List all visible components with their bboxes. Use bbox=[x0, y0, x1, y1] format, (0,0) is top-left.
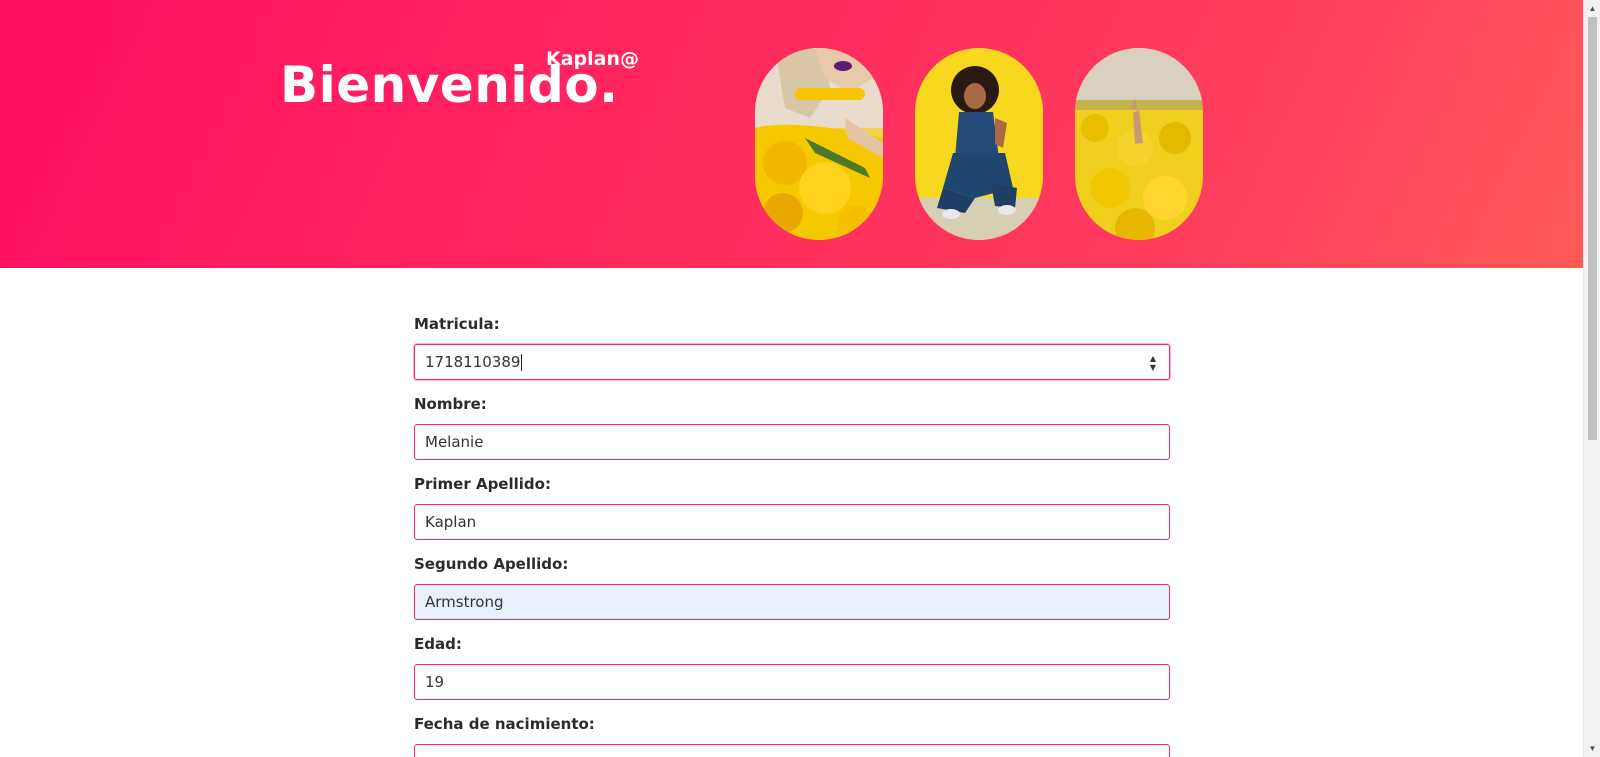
primer-apellido-field: Primer Apellido: Kaplan bbox=[414, 472, 1170, 540]
woman-crouching-yellow-background-photo bbox=[915, 48, 1043, 240]
fecha-nacimiento-label: Fecha de nacimiento: bbox=[414, 715, 595, 733]
primer-apellido-input[interactable]: Kaplan bbox=[414, 504, 1170, 540]
primer-apellido-label: Primer Apellido: bbox=[414, 475, 551, 493]
stepper-down-icon[interactable]: ▼ bbox=[1150, 363, 1156, 372]
scroll-down-arrow-icon[interactable]: ▼ bbox=[1584, 740, 1600, 757]
stepper-up-icon[interactable]: ▲ bbox=[1150, 354, 1156, 363]
primer-apellido-value: Kaplan bbox=[425, 513, 477, 531]
nombre-field: Nombre: Melanie bbox=[414, 392, 1170, 460]
matricula-field: Matricula: 1718110389 ▲ ▼ bbox=[414, 312, 1170, 380]
user-badge: Kaplan@ bbox=[546, 48, 640, 70]
text-caret bbox=[521, 353, 523, 371]
hero-header: Bienvenido. Kaplan@ bbox=[0, 0, 1583, 268]
edad-value: 19 bbox=[425, 673, 445, 691]
fecha-nacimiento-input[interactable] bbox=[414, 744, 1170, 757]
segundo-apellido-input[interactable]: Armstrong bbox=[414, 584, 1170, 620]
edad-field: Edad: 19 bbox=[414, 632, 1170, 700]
fecha-nacimiento-field: Fecha de nacimiento: bbox=[414, 712, 1170, 757]
matricula-value: 1718110389 bbox=[425, 353, 521, 371]
segundo-apellido-label: Segundo Apellido: bbox=[414, 555, 569, 573]
segundo-apellido-field: Segundo Apellido: Armstrong bbox=[414, 552, 1170, 620]
segundo-apellido-value: Armstrong bbox=[425, 593, 504, 611]
scroll-up-arrow-icon[interactable]: ▲ bbox=[1584, 0, 1600, 17]
matricula-label: Matricula: bbox=[414, 315, 500, 333]
matricula-input[interactable]: 1718110389 ▲ ▼ bbox=[414, 344, 1170, 380]
page-viewport: Bienvenido. Kaplan@ Matricula: 171811038… bbox=[0, 0, 1583, 757]
nombre-value: Melanie bbox=[425, 433, 484, 451]
nombre-input[interactable]: Melanie bbox=[414, 424, 1170, 460]
vertical-scrollbar[interactable]: ▲ ▼ bbox=[1583, 0, 1600, 757]
edad-label: Edad: bbox=[414, 635, 462, 653]
nombre-label: Nombre: bbox=[414, 395, 487, 413]
number-stepper[interactable]: ▲ ▼ bbox=[1147, 353, 1159, 373]
student-form: Matricula: 1718110389 ▲ ▼ Nombre: Melani… bbox=[414, 312, 1170, 757]
woman-with-yellow-flowers-photo bbox=[755, 48, 883, 240]
edad-input[interactable]: 19 bbox=[414, 664, 1170, 700]
hand-in-yellow-field-photo bbox=[1075, 48, 1203, 240]
scroll-thumb[interactable] bbox=[1588, 17, 1597, 440]
